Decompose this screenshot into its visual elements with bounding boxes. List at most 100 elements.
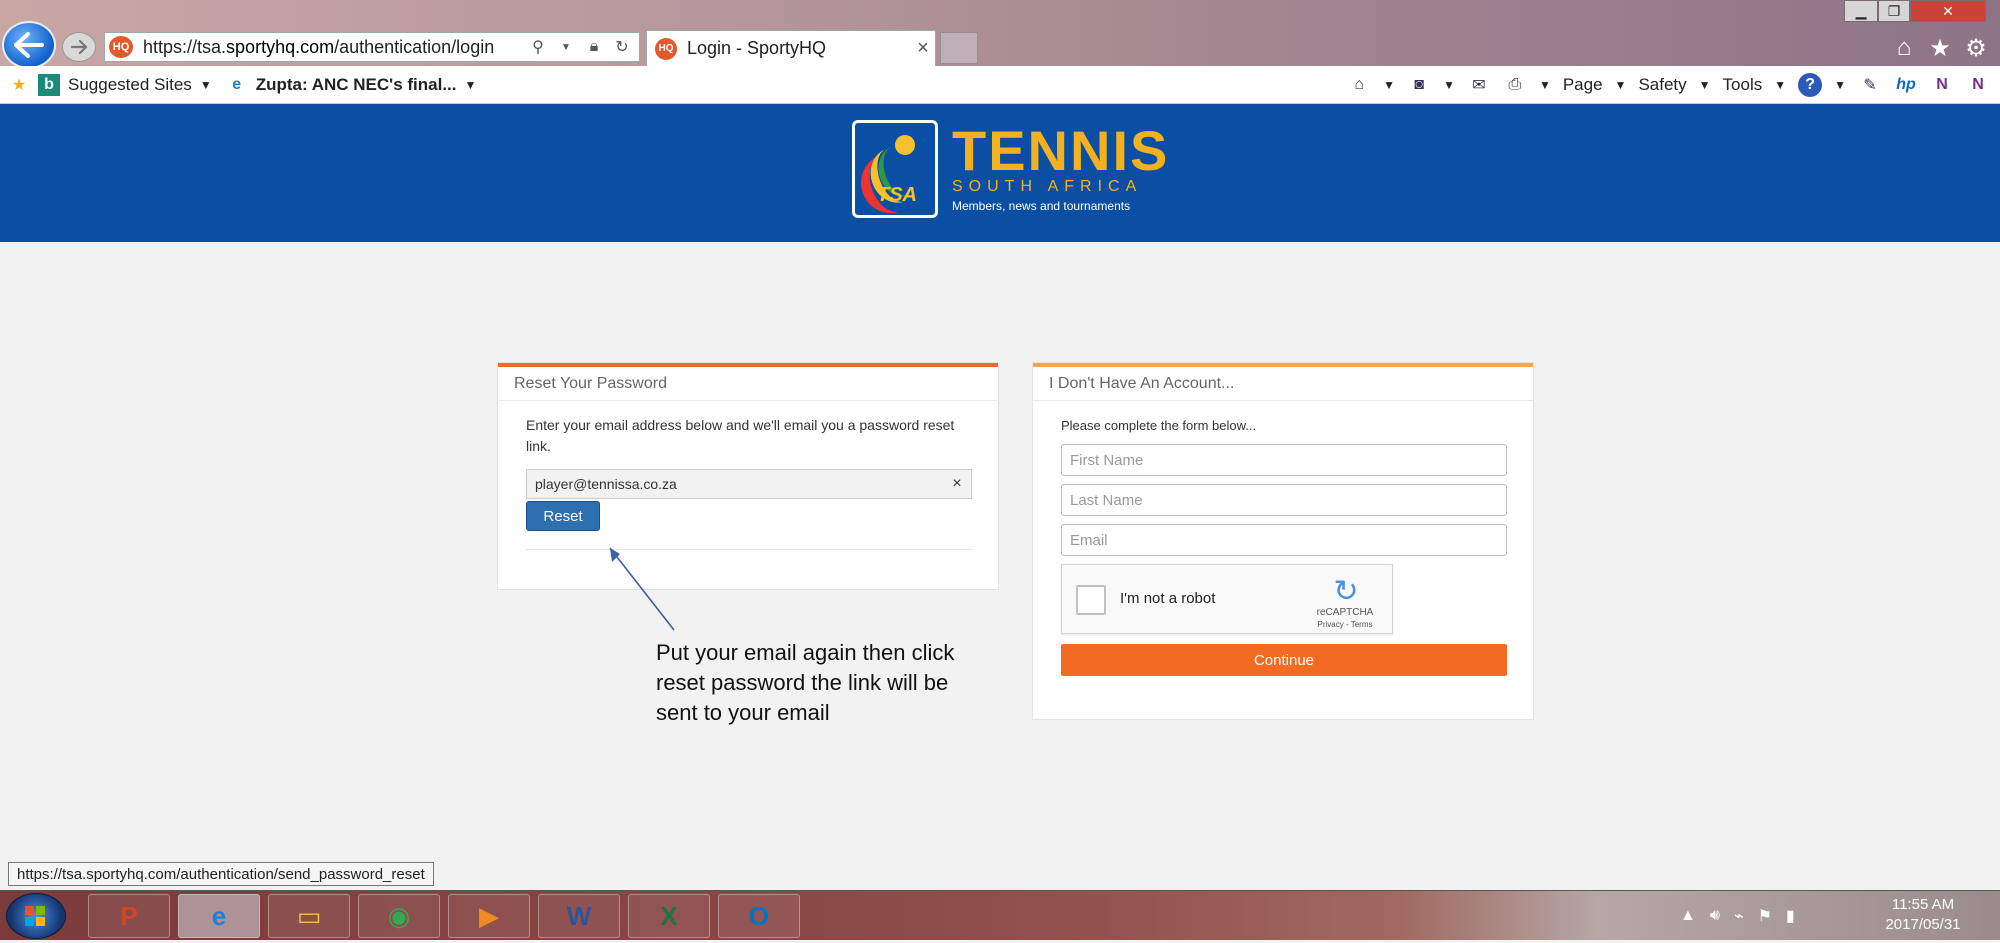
search-icon[interactable]: ⚲ bbox=[527, 36, 549, 58]
tab-title: Login - SportyHQ bbox=[687, 38, 827, 58]
recaptcha-terms-link[interactable]: Privacy - Terms bbox=[1310, 620, 1380, 629]
volume-icon[interactable]: 🔊︎ bbox=[1710, 907, 1720, 925]
chevron-down-icon[interactable]: ▼ bbox=[465, 78, 477, 92]
site-header: TSA TENNIS SOUTH AFRICA Members, news an… bbox=[0, 104, 2000, 242]
hp-command[interactable]: hp bbox=[1894, 73, 1918, 97]
reset-button[interactable]: Reset bbox=[526, 501, 600, 531]
feeds-command[interactable]: ◙ ▼ bbox=[1407, 73, 1455, 97]
chevron-down-icon[interactable]: ▼ bbox=[200, 78, 212, 92]
window-close-button[interactable]: ✕ bbox=[1910, 0, 1986, 22]
address-bar[interactable]: HQ https://tsa.sportyhq.com/authenticati… bbox=[104, 32, 640, 62]
home-command[interactable]: ⌂ ▼ bbox=[1347, 73, 1395, 97]
email-input[interactable]: Email bbox=[1061, 524, 1507, 556]
favorite-label: Zupta: ANC NEC's final... bbox=[255, 74, 457, 94]
tsa-logo[interactable]: TSA TENNIS SOUTH AFRICA Members, news an… bbox=[852, 120, 1169, 218]
onenote-send-command[interactable]: N bbox=[1966, 73, 1990, 97]
command-bar: ⌂ ▼ ◙ ▼ ✉ ⎙ ▼ Page ▼ Safety ▼ Tools ▼ ? ▼ ✎ hp … bbox=[1347, 66, 1990, 104]
taskbar-clock[interactable]: 11:55 AM 2017/05/31 bbox=[1868, 895, 1978, 935]
chevron-down-icon[interactable]: ▼ bbox=[1834, 78, 1846, 92]
power-icon[interactable]: ⌁ bbox=[1734, 906, 1744, 926]
favorites-star-icon[interactable]: ★ bbox=[1926, 34, 1954, 62]
back-button[interactable] bbox=[2, 21, 56, 69]
taskbar-app-chrome[interactable]: ◉ bbox=[358, 894, 440, 938]
chrome-icon: ◉ bbox=[387, 900, 411, 931]
print-command[interactable]: ⎙ ▼ bbox=[1503, 73, 1551, 97]
network-signal-icon[interactable]: ▮ bbox=[1786, 906, 1795, 926]
refresh-icon[interactable]: ↻ bbox=[611, 36, 633, 58]
first-name-input[interactable]: First Name bbox=[1061, 444, 1507, 476]
ie-page-icon: e bbox=[232, 75, 242, 93]
chevron-down-icon: ▼ bbox=[1698, 78, 1711, 92]
chevron-down-icon: ▼ bbox=[1614, 78, 1627, 92]
taskbar-app-excel[interactable]: X bbox=[628, 894, 710, 938]
window-maximize-button[interactable]: ❐ bbox=[1878, 0, 1910, 22]
chevron-down-icon[interactable]: ▼ bbox=[1443, 78, 1455, 92]
show-hidden-icons-icon[interactable]: ▲ bbox=[1680, 907, 1696, 925]
taskbar-app-media-player[interactable]: ▶ bbox=[448, 894, 530, 938]
mail-command[interactable]: ✉ bbox=[1467, 73, 1491, 97]
excel-icon: X bbox=[660, 900, 678, 931]
site-favicon-icon: HQ bbox=[109, 36, 133, 58]
action-center-flag-icon[interactable]: ⚑ bbox=[1758, 906, 1772, 926]
chevron-down-icon[interactable]: ▼ bbox=[1539, 78, 1551, 92]
system-tray: ▲ 🔊︎ ⌁ ⚑ ▮ bbox=[1680, 897, 1795, 935]
favorite-zupta[interactable]: e Zupta: ANC NEC's final... ▼ bbox=[226, 74, 477, 96]
annotation-text: Put your email again then click reset pa… bbox=[656, 640, 955, 725]
taskbar-app-outlook[interactable]: O bbox=[718, 894, 800, 938]
research-command[interactable]: ✎ bbox=[1858, 73, 1882, 97]
windows-logo-icon bbox=[25, 906, 45, 926]
outlook-icon: O bbox=[748, 900, 770, 931]
gear-icon[interactable]: ⚙ bbox=[1962, 34, 1990, 62]
powerpoint-icon: P bbox=[120, 900, 138, 931]
logo-mark-text: TSA bbox=[877, 184, 917, 206]
taskbar-app-word[interactable]: W bbox=[538, 894, 620, 938]
reset-password-panel: Reset Your Password Enter your email add… bbox=[497, 362, 999, 590]
favorite-suggested-sites[interactable]: b Suggested Sites ▼ bbox=[38, 73, 212, 96]
file-explorer-icon: ▭ bbox=[296, 900, 322, 931]
recaptcha-checkbox[interactable] bbox=[1076, 585, 1106, 615]
favorites-add-icon[interactable]: ★ bbox=[8, 74, 30, 96]
help-command[interactable]: ? ▼ bbox=[1798, 73, 1846, 97]
tools-menu[interactable]: Tools ▼ bbox=[1723, 75, 1787, 95]
forward-button[interactable] bbox=[62, 32, 96, 62]
chevron-down-icon[interactable]: ▼ bbox=[1383, 78, 1395, 92]
continue-button[interactable]: Continue bbox=[1061, 644, 1507, 676]
logo-tagline: Members, news and tournaments bbox=[952, 199, 1131, 213]
lock-icon[interactable]: 🔒︎ bbox=[583, 36, 605, 58]
onenote-send-icon: N bbox=[1972, 76, 1984, 93]
onenote-command[interactable]: N bbox=[1930, 73, 1954, 97]
new-tab-button[interactable] bbox=[940, 32, 978, 64]
taskbar-app-powerpoint[interactable]: P bbox=[88, 894, 170, 938]
taskbar-app-file-explorer[interactable]: ▭ bbox=[268, 894, 350, 938]
recaptcha-widget: I'm not a robot ↻ reCAPTCHA Privacy - Te… bbox=[1061, 564, 1393, 634]
clear-icon[interactable]: × bbox=[943, 475, 971, 493]
start-button[interactable] bbox=[6, 893, 66, 939]
rss-icon: ◙ bbox=[1414, 76, 1424, 93]
reset-email-input[interactable]: player@tennissa.co.za × bbox=[526, 469, 972, 499]
reset-intro-text: Enter your email address below and we'll… bbox=[526, 417, 955, 454]
chevron-down-icon[interactable]: ▼ bbox=[555, 36, 577, 58]
window-minimize-button[interactable]: ▁ bbox=[1844, 0, 1878, 22]
safety-menu-label: Safety bbox=[1638, 75, 1687, 94]
favorite-label: Suggested Sites bbox=[68, 74, 192, 94]
home-icon[interactable]: ⌂ bbox=[1890, 34, 1918, 62]
page-menu[interactable]: Page ▼ bbox=[1563, 75, 1627, 95]
recaptcha-label: I'm not a robot bbox=[1120, 590, 1216, 607]
signup-intro-text: Please complete the form below... bbox=[1061, 418, 1257, 433]
tab-login[interactable]: HQ Login - SportyHQ × bbox=[646, 30, 936, 66]
safety-menu[interactable]: Safety ▼ bbox=[1638, 75, 1710, 95]
clock-time: 11:55 AM bbox=[1891, 896, 1955, 913]
word-icon: W bbox=[566, 900, 592, 931]
signup-panel-heading: I Don't Have An Account... bbox=[1033, 367, 1533, 401]
taskbar-app-internet-explorer[interactable]: e bbox=[178, 894, 260, 938]
tab-close-icon[interactable]: × bbox=[911, 37, 935, 60]
tools-menu-label: Tools bbox=[1722, 75, 1763, 94]
tsa-logo-mark: TSA bbox=[852, 120, 938, 218]
taskbar: Pe ▭ ◉ ▶ W X O ▲ 🔊︎ ⌁ ⚑ ▮ 11:55 AM 2017/05/31 bbox=[0, 890, 2000, 940]
logo-title: TENNIS bbox=[952, 119, 1170, 182]
status-bar-url: https://tsa.sportyhq.com/authentication/… bbox=[8, 862, 434, 886]
arrow-left-icon bbox=[14, 32, 44, 58]
address-url[interactable]: https://tsa.sportyhq.com/authentication/… bbox=[143, 37, 527, 58]
last-name-input[interactable]: Last Name bbox=[1061, 484, 1507, 516]
logo-text: TENNIS SOUTH AFRICA Members, news and to… bbox=[952, 119, 1170, 214]
